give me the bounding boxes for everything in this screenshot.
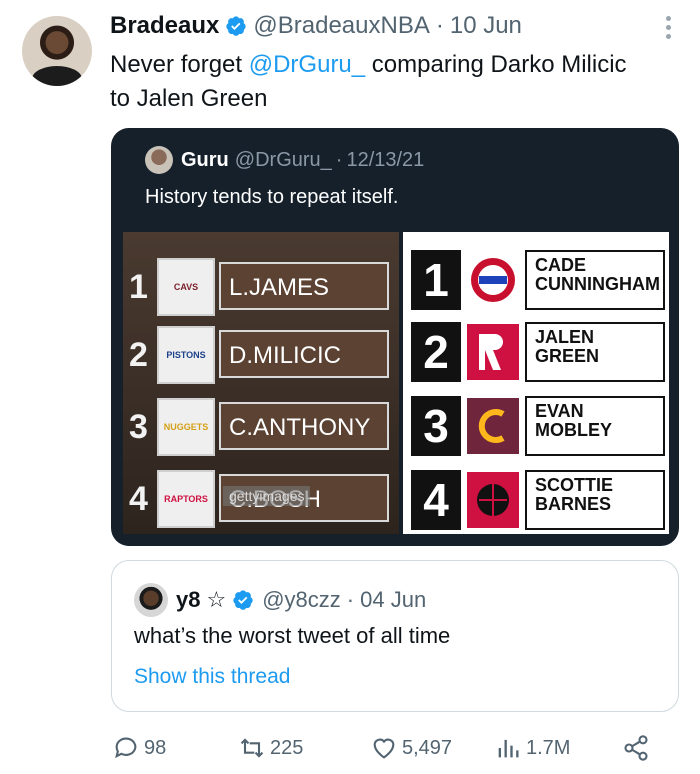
left-row-1: 1 CAVS L.JAMES [123, 250, 399, 320]
like-count: 5,497 [402, 736, 453, 759]
view-count: 1.7M [526, 736, 571, 759]
team-logo-cavaliers-icon [467, 398, 519, 454]
verified-badge-icon [226, 16, 247, 36]
quoted-avatar[interactable] [134, 583, 168, 617]
quoted-author-handle[interactable]: @y8czz [262, 587, 341, 613]
team-logo-raptors-icon [467, 472, 519, 528]
right-player-name: CADE CUNNINGHAM [525, 250, 665, 310]
reply-icon [115, 737, 137, 759]
getty-watermark: gettyimages [223, 486, 311, 506]
right-pick-number: 3 [411, 396, 461, 456]
quoted-tweet-header: y8 ☆ @y8czz · 04 Jun [134, 583, 426, 617]
team-logo-nuggets: NUGGETS [157, 398, 215, 456]
right-pick-number: 1 [411, 250, 461, 310]
quoted-tweet[interactable]: y8 ☆ @y8czz · 04 Jun what’s the worst tw… [111, 560, 679, 712]
embedded-date: 12/13/21 [346, 148, 425, 171]
embedded-author-name: Guru [181, 148, 229, 171]
right-row-1: 1 CADE CUNNINGHAM [403, 242, 669, 310]
team-logo-pistons-icon [471, 258, 515, 302]
reply-button[interactable]: 98 [112, 734, 166, 762]
reply-count: 98 [144, 736, 167, 759]
quoted-tweet-text: what’s the worst tweet of all time [134, 623, 451, 648]
author-handle[interactable]: @BradeauxNBA [253, 12, 429, 40]
right-player-name: EVAN MOBLEY [525, 396, 665, 456]
left-player-name: C.ANTHONY [219, 402, 389, 450]
retweet-icon [240, 738, 264, 758]
embedded-avatar [145, 146, 173, 174]
right-row-4: 4 SCOTTIE BARNES [403, 462, 669, 530]
tweet-date[interactable]: 10 Jun [450, 12, 522, 40]
author-name[interactable]: Bradeaux [110, 12, 219, 40]
share-icon [624, 735, 648, 761]
embedded-tweet-text: History tends to repeat itself. [145, 186, 399, 208]
draft-board-2021: 1 CADE CUNNINGHAM 2 JALEN GREEN 3 EVAN MOBL… [403, 232, 669, 534]
draft-board-2003: 1 CAVS L.JAMES 2 PISTONS D.MILICIC 3 NUG… [123, 232, 399, 534]
team-logo-raptors: RAPTORS [157, 470, 215, 528]
author-avatar[interactable] [22, 16, 92, 86]
verified-badge-icon [233, 590, 253, 610]
retweet-button[interactable]: 225 [238, 734, 303, 762]
quoted-author-name[interactable]: y8 [176, 587, 200, 613]
tweet-actions-bar: 98 225 5,497 1.7M [110, 734, 670, 764]
team-logo-rockets-icon [467, 324, 519, 380]
tweet-header: Bradeaux @BradeauxNBA · 10 Jun [110, 12, 522, 40]
show-thread-link[interactable]: Show this thread [134, 665, 290, 689]
right-pick-number: 4 [411, 470, 461, 530]
left-pick-number: 3 [129, 408, 148, 446]
embedded-separator: · [335, 148, 343, 171]
retweet-count: 225 [270, 736, 304, 759]
tweet-text-prefix: Never forget [110, 51, 249, 78]
heart-icon [373, 738, 395, 759]
left-row-2: 2 PISTONS D.MILICIC [123, 318, 399, 388]
avatar-shirt [32, 66, 82, 86]
right-player-name: SCOTTIE BARNES [525, 470, 665, 530]
right-player-name: JALEN GREEN [525, 322, 665, 382]
embedded-tweet-header: Guru @DrGuru_ · 12/13/21 [145, 146, 424, 174]
left-pick-number: 4 [129, 480, 148, 518]
right-pick-number: 2 [411, 322, 461, 382]
left-pick-number: 2 [129, 336, 148, 374]
views-button[interactable]: 1.7M [494, 734, 570, 762]
mention-link[interactable]: @DrGuru_ [249, 51, 365, 78]
left-pick-number: 1 [129, 268, 148, 306]
quoted-date[interactable]: 04 Jun [360, 587, 426, 613]
team-logo-pistons: PISTONS [157, 326, 215, 384]
right-row-2: 2 JALEN GREEN [403, 314, 669, 382]
share-button[interactable] [622, 734, 654, 762]
like-button[interactable]: 5,497 [370, 734, 452, 762]
right-row-3: 3 EVAN MOBLEY [403, 388, 669, 456]
more-options-icon[interactable] [666, 16, 672, 43]
left-player-name: L.JAMES [219, 262, 389, 310]
tweet-text: Never forget @DrGuru_ comparing Darko Mi… [110, 48, 650, 116]
header-separator: · [435, 12, 444, 39]
embedded-author-handle: @DrGuru_ [234, 148, 332, 171]
left-player-name: D.MILICIC [219, 330, 389, 378]
team-logo-cavs: CAVS [157, 258, 215, 316]
quoted-separator: · [346, 587, 355, 612]
tweet-media-image[interactable]: Guru @DrGuru_ · 12/13/21 History tends t… [111, 128, 679, 546]
star-icon: ☆ [206, 587, 227, 612]
views-chart-icon [498, 739, 519, 758]
left-row-3: 3 NUGGETS C.ANTHONY [123, 390, 399, 460]
